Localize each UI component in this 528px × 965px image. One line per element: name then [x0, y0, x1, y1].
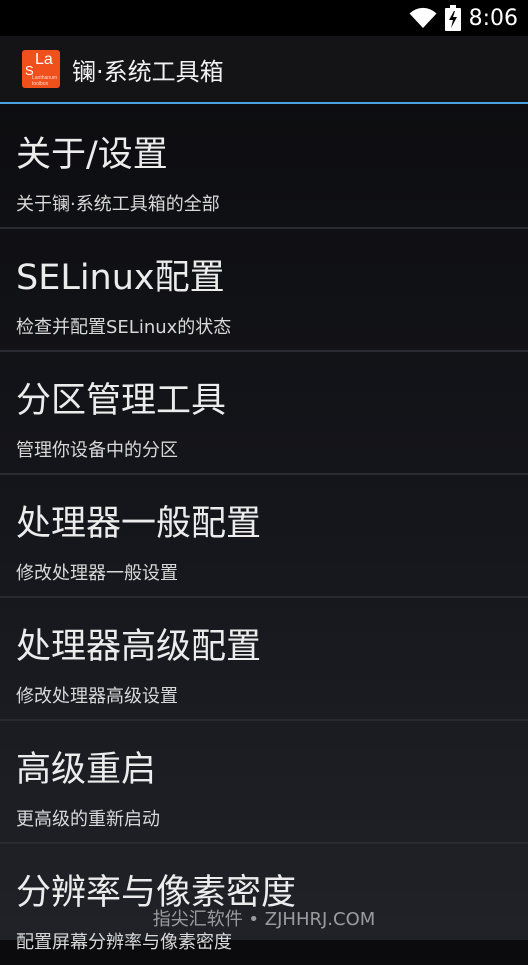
menu-item-selinux[interactable]: SELinux配置 检查并配置SELinux的状态 — [0, 229, 528, 352]
menu-item-title: 高级重启 — [16, 750, 157, 790]
status-time: 8:06 — [468, 5, 518, 31]
wifi-icon — [409, 7, 437, 29]
menu-item-subtitle: 检查并配置SELinux的状态 — [16, 317, 232, 338]
menu-item-cpu-advanced[interactable]: 处理器高级配置 修改处理器高级设置 — [0, 598, 528, 721]
menu-item-title: 处理器高级配置 — [16, 627, 262, 667]
battery-charging-icon — [444, 5, 461, 31]
status-bar: 8:06 — [0, 0, 528, 36]
menu-item-subtitle: 关于镧·系统工具箱的全部 — [16, 194, 220, 215]
menu-item-advanced-reboot[interactable]: 高级重启 更高级的重新启动 — [0, 721, 528, 844]
menu-item-subtitle: 修改处理器一般设置 — [16, 563, 178, 584]
app-title: 镧·系统工具箱 — [72, 57, 224, 86]
menu-item-cpu-general[interactable]: 处理器一般配置 修改处理器一般设置 — [0, 475, 528, 598]
menu-item-title: 关于/设置 — [16, 135, 168, 175]
logo-text-top: La — [35, 51, 53, 68]
menu-item-title: 分辨率与像素密度 — [16, 873, 297, 913]
menu-item-partition-tool[interactable]: 分区管理工具 管理你设备中的分区 — [0, 352, 528, 475]
menu-item-title: 处理器一般配置 — [16, 504, 262, 544]
menu-item-subtitle: 更高级的重新启动 — [16, 809, 160, 830]
menu-item-title: 分区管理工具 — [16, 381, 227, 421]
menu-item-title: SELinux配置 — [16, 258, 225, 298]
menu-item-about-settings[interactable]: 关于/设置 关于镧·系统工具箱的全部 — [0, 106, 528, 229]
menu-item-subtitle: 修改处理器高级设置 — [16, 686, 178, 707]
menu-item-subtitle: 管理你设备中的分区 — [16, 440, 178, 461]
action-bar: La S Lanthanum toolbox 镧·系统工具箱 — [0, 36, 528, 104]
menu-list: 关于/设置 关于镧·系统工具箱的全部 SELinux配置 检查并配置SELinu… — [0, 106, 528, 965]
logo-text-small: Lanthanum toolbox — [32, 75, 58, 87]
menu-item-subtitle: 配置屏幕分辨率与像素密度 — [16, 932, 232, 953]
menu-item-resolution-density[interactable]: 分辨率与像素密度 配置屏幕分辨率与像素密度 — [0, 844, 528, 965]
app-logo-icon[interactable]: La S Lanthanum toolbox — [22, 50, 60, 88]
